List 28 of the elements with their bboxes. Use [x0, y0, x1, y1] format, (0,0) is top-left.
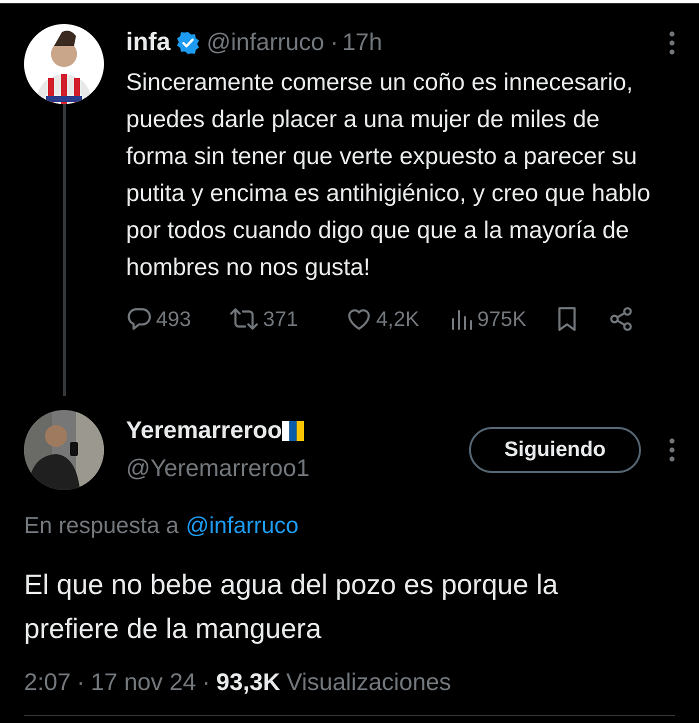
following-button[interactable]: Siguiendo	[469, 427, 641, 473]
author-handle[interactable]: @infarruco	[206, 24, 324, 61]
author-name[interactable]: infa	[126, 24, 170, 62]
separator: ·	[330, 28, 338, 58]
bookmark-action[interactable]	[556, 306, 578, 332]
views-action[interactable]: 975K	[451, 304, 526, 335]
retweet-icon[interactable]	[229, 306, 260, 332]
mention-link[interactable]: @infarruco	[186, 508, 299, 542]
retweet-action[interactable]: 371	[229, 304, 298, 335]
reply-action[interactable]: 493	[126, 304, 192, 335]
author-handle[interactable]: @Yeremarreroo1	[126, 451, 469, 487]
post-time[interactable]: 2:07	[24, 664, 71, 700]
more-icon[interactable]	[669, 30, 675, 55]
separator: ·	[76, 668, 85, 698]
separator: ·	[202, 668, 210, 698]
view-count: 93,3K	[216, 668, 280, 698]
like-action[interactable]: 4,2K	[346, 304, 420, 335]
reply-text: El que no bebe agua del pozo es porque la prefiere de la manguera	[23, 568, 559, 646]
post-time[interactable]: 17h	[342, 24, 382, 61]
heart-icon[interactable]	[346, 306, 372, 332]
speech-bubble-icon[interactable]	[126, 306, 152, 332]
share-action[interactable]	[608, 306, 634, 332]
more-icon[interactable]	[669, 438, 675, 462]
author-name[interactable]: Yeremarreroo	[126, 413, 282, 449]
tweet-text: Sinceramente comerse un coño es innecesario, puedes darle placer a una mujer de miles de forma sin tener que verte expuesto a parecer su putita y encima es antihigiénico, y creo que hablo por todos cuando digo que que a la mayoría de hombres no nos gusta!	[126, 68, 652, 282]
views-label: Visualizaciones	[286, 668, 452, 698]
post-date[interactable]: 17 nov 24	[90, 664, 196, 700]
reply-context: En respuesta a	[24, 511, 179, 540]
